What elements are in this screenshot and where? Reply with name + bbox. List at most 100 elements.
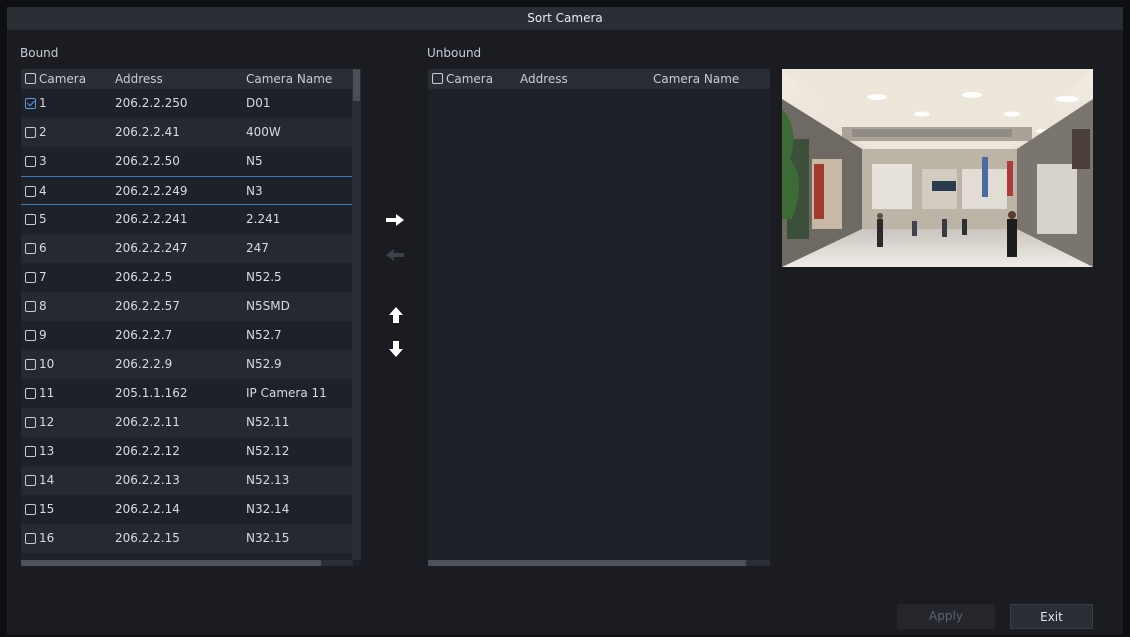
row-checkbox[interactable] [25, 533, 36, 544]
camera-name: N3 [246, 184, 263, 198]
camera-name: N5 [246, 553, 263, 556]
table-row[interactable]: 6 206.2.2.247 247 [21, 234, 361, 263]
row-checkbox[interactable] [25, 475, 36, 486]
camera-address: 206.2.2.50 [115, 154, 180, 168]
camera-name: N5SMD [246, 299, 290, 313]
row-checkbox[interactable] [25, 98, 36, 109]
camera-name: D01 [246, 96, 271, 110]
camera-number: 1 [39, 96, 47, 110]
row-checkbox[interactable] [25, 156, 36, 167]
camera-address: 206.2.2.250 [115, 96, 188, 110]
camera-preview-image [782, 69, 1093, 267]
table-row[interactable]: 16 206.2.2.15 N32.15 [21, 524, 361, 553]
table-row[interactable]: 2 206.2.2.41 400W [21, 118, 361, 147]
table-row[interactable]: 15 206.2.2.14 N32.14 [21, 495, 361, 524]
table-row[interactable]: 10 206.2.2.9 N52.9 [21, 350, 361, 379]
camera-address: 206.2.2.241 [115, 212, 188, 226]
bound-select-all-checkbox[interactable] [25, 73, 36, 84]
row-checkbox[interactable] [25, 243, 36, 254]
table-row[interactable]: 7 206.2.2.5 N52.5 [21, 263, 361, 292]
move-down-button[interactable] [385, 338, 407, 360]
table-row[interactable]: 11 205.1.1.162 IP Camera 11 [21, 379, 361, 408]
move-up-button[interactable] [385, 304, 407, 326]
camera-number: 5 [39, 212, 47, 226]
camera-number: 16 [39, 531, 55, 545]
camera-number: 2 [39, 125, 47, 139]
bound-hscroll-thumb[interactable] [21, 560, 321, 566]
unbound-hscrollbar[interactable] [428, 560, 770, 566]
camera-number: 3 [39, 154, 47, 168]
camera-address: 206.2.2.7 [115, 328, 173, 342]
unbound-select-all-checkbox[interactable] [432, 73, 443, 84]
exit-button[interactable]: Exit [1010, 604, 1093, 629]
table-row[interactable]: 17 206.2.2.16 N5 [21, 553, 361, 556]
arrow-up-icon [389, 307, 403, 323]
table-row[interactable]: 9 206.2.2.7 N52.7 [21, 321, 361, 350]
camera-number: 12 [39, 415, 55, 429]
unbound-camera-table: Camera Address Camera Name [428, 69, 770, 566]
camera-name: N52.5 [246, 270, 282, 284]
row-checkbox[interactable] [25, 272, 36, 283]
camera-number: 4 [39, 184, 47, 198]
unbound-hscroll-thumb[interactable] [428, 560, 746, 566]
camera-address: 206.2.2.57 [115, 299, 180, 313]
row-checkbox[interactable] [25, 359, 36, 370]
table-row[interactable]: 5 206.2.2.241 2.241 [21, 205, 361, 234]
camera-address: 206.2.2.41 [115, 125, 180, 139]
unbound-rows [428, 89, 770, 556]
apply-button[interactable]: Apply [897, 604, 995, 629]
row-checkbox[interactable] [25, 214, 36, 225]
row-checkbox[interactable] [25, 127, 36, 138]
bound-col-address: Address [115, 72, 163, 86]
bound-hscrollbar[interactable] [21, 560, 353, 566]
camera-number: 11 [39, 386, 55, 400]
row-checkbox[interactable] [25, 504, 36, 515]
table-row[interactable]: 14 206.2.2.13 N52.13 [21, 466, 361, 495]
bound-label: Bound [20, 46, 59, 60]
camera-number: 10 [39, 357, 55, 371]
bound-vscroll-thumb[interactable] [353, 69, 360, 101]
unbound-col-camera: Camera [446, 72, 494, 86]
dialog-title: Sort Camera [7, 7, 1123, 30]
camera-address: 206.2.2.13 [115, 473, 180, 487]
camera-number: 9 [39, 328, 47, 342]
row-checkbox[interactable] [25, 388, 36, 399]
table-row[interactable]: 13 206.2.2.12 N52.12 [21, 437, 361, 466]
camera-address: 205.1.1.162 [115, 386, 188, 400]
camera-number: 6 [39, 241, 47, 255]
camera-name: N52.9 [246, 357, 282, 371]
arrow-down-icon [389, 341, 403, 357]
camera-name: 2.241 [246, 212, 281, 226]
camera-name: N52.12 [246, 444, 290, 458]
bound-camera-table: Camera Address Camera Name 1 206.2.2.250 D… [21, 69, 361, 566]
bound-vscrollbar[interactable] [352, 69, 361, 560]
camera-address: 206.2.2.11 [115, 415, 180, 429]
row-checkbox[interactable] [25, 417, 36, 428]
row-checkbox[interactable] [25, 446, 36, 457]
bound-col-camera-name: Camera Name [246, 72, 333, 86]
camera-name: N32.15 [246, 531, 290, 545]
table-row[interactable]: 3 206.2.2.50 N5 [21, 147, 361, 176]
move-right-button[interactable] [384, 209, 406, 231]
arrow-left-icon [386, 249, 404, 261]
preview-scene [782, 69, 1093, 267]
camera-number: 17 [39, 553, 54, 556]
unbound-col-address: Address [520, 72, 568, 86]
camera-address: 206.2.2.16 [115, 553, 180, 556]
camera-address: 206.2.2.12 [115, 444, 180, 458]
row-checkbox[interactable] [25, 186, 36, 197]
table-row[interactable]: 12 206.2.2.11 N52.11 [21, 408, 361, 437]
table-row[interactable]: 4 206.2.2.249 N3 [21, 176, 361, 205]
row-checkbox[interactable] [25, 330, 36, 341]
camera-name: N52.13 [246, 473, 290, 487]
camera-address: 206.2.2.249 [115, 184, 188, 198]
table-row[interactable]: 1 206.2.2.250 D01 [21, 89, 361, 118]
row-checkbox[interactable] [25, 301, 36, 312]
bound-table-header: Camera Address Camera Name [21, 69, 361, 89]
camera-name: N52.11 [246, 415, 290, 429]
move-left-button[interactable] [384, 244, 406, 266]
table-row[interactable]: 8 206.2.2.57 N5SMD [21, 292, 361, 321]
camera-address: 206.2.2.247 [115, 241, 188, 255]
camera-number: 15 [39, 502, 55, 516]
arrow-right-icon [386, 214, 404, 226]
